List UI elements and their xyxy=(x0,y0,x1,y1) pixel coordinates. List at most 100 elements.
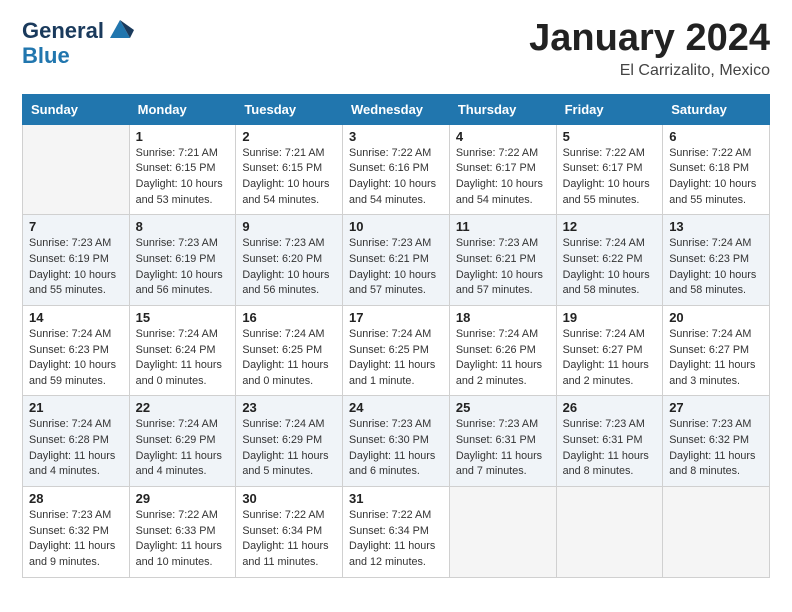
table-row: 20Sunrise: 7:24 AMSunset: 6:27 PMDayligh… xyxy=(663,305,770,396)
day-number: 10 xyxy=(349,219,443,234)
day-number: 22 xyxy=(136,400,230,415)
table-row: 5 Sunrise: 7:22 AMSunset: 6:17 PMDaylight… xyxy=(556,124,663,215)
day-number: 14 xyxy=(29,310,123,325)
table-row xyxy=(23,124,130,215)
day-detail: Sunrise: 7:23 AMSunset: 6:21 PMDaylight:… xyxy=(456,236,550,299)
day-detail: Sunrise: 7:21 AMSunset: 6:15 PMDaylight:… xyxy=(242,146,336,209)
month-title: January 2024 xyxy=(529,18,770,60)
header-monday: Monday xyxy=(129,94,236,124)
header-tuesday: Tuesday xyxy=(236,94,343,124)
table-row: 8 Sunrise: 7:23 AMSunset: 6:19 PMDaylight… xyxy=(129,215,236,306)
table-row: 23Sunrise: 7:24 AMSunset: 6:29 PMDayligh… xyxy=(236,396,343,487)
table-row: 31Sunrise: 7:22 AMSunset: 6:34 PMDayligh… xyxy=(343,487,450,578)
day-detail: Sunrise: 7:23 AMSunset: 6:31 PMDaylight:… xyxy=(563,417,657,480)
day-number: 9 xyxy=(242,219,336,234)
day-number: 30 xyxy=(242,491,336,506)
day-number: 3 xyxy=(349,129,443,144)
day-detail: Sunrise: 7:23 AMSunset: 6:19 PMDaylight:… xyxy=(29,236,123,299)
table-row: 7 Sunrise: 7:23 AMSunset: 6:19 PMDaylight… xyxy=(23,215,130,306)
day-detail: Sunrise: 7:23 AMSunset: 6:31 PMDaylight:… xyxy=(456,417,550,480)
logo-text-general: General xyxy=(22,19,104,43)
day-number: 11 xyxy=(456,219,550,234)
table-row: 30 Sunrise: 7:22 AMSunset: 6:34 PMDayligh… xyxy=(236,487,343,578)
day-number: 18 xyxy=(456,310,550,325)
day-number: 26 xyxy=(563,400,657,415)
day-number: 6 xyxy=(669,129,763,144)
location-title: El Carrizalito, Mexico xyxy=(529,62,770,80)
table-row: 27 Sunrise: 7:23 AMSunset: 6:32 PMDayligh… xyxy=(663,396,770,487)
day-number: 21 xyxy=(29,400,123,415)
table-row: 16Sunrise: 7:24 AMSunset: 6:25 PMDayligh… xyxy=(236,305,343,396)
table-row: 18Sunrise: 7:24 AMSunset: 6:26 PMDayligh… xyxy=(449,305,556,396)
header-saturday: Saturday xyxy=(663,94,770,124)
day-detail: Sunrise: 7:23 AMSunset: 6:30 PMDaylight:… xyxy=(349,417,443,480)
day-number: 5 xyxy=(563,129,657,144)
calendar-week-row: 28 Sunrise: 7:23 AMSunset: 6:32 PMDayligh… xyxy=(23,487,770,578)
table-row: 3 Sunrise: 7:22 AMSunset: 6:16 PMDaylight… xyxy=(343,124,450,215)
day-detail: Sunrise: 7:24 AMSunset: 6:27 PMDaylight:… xyxy=(669,327,763,390)
calendar-week-row: 14 Sunrise: 7:24 AMSunset: 6:23 PMDayligh… xyxy=(23,305,770,396)
table-row: 17Sunrise: 7:24 AMSunset: 6:25 PMDayligh… xyxy=(343,305,450,396)
day-detail: Sunrise: 7:24 AMSunset: 6:25 PMDaylight:… xyxy=(349,327,443,390)
day-detail: Sunrise: 7:22 AMSunset: 6:34 PMDaylight:… xyxy=(349,508,443,571)
table-row: 10Sunrise: 7:23 AMSunset: 6:21 PMDayligh… xyxy=(343,215,450,306)
day-number: 2 xyxy=(242,129,336,144)
day-detail: Sunrise: 7:24 AMSunset: 6:25 PMDaylight:… xyxy=(242,327,336,390)
day-number: 8 xyxy=(136,219,230,234)
day-number: 4 xyxy=(456,129,550,144)
day-number: 7 xyxy=(29,219,123,234)
day-detail: Sunrise: 7:22 AMSunset: 6:18 PMDaylight:… xyxy=(669,146,763,209)
table-row xyxy=(556,487,663,578)
table-row: 14 Sunrise: 7:24 AMSunset: 6:23 PMDayligh… xyxy=(23,305,130,396)
table-row: 1 Sunrise: 7:21 AMSunset: 6:15 PMDaylight… xyxy=(129,124,236,215)
calendar-week-row: 1 Sunrise: 7:21 AMSunset: 6:15 PMDaylight… xyxy=(23,124,770,215)
day-detail: Sunrise: 7:22 AMSunset: 6:34 PMDaylight:… xyxy=(242,508,336,571)
day-detail: Sunrise: 7:21 AMSunset: 6:15 PMDaylight:… xyxy=(136,146,230,209)
table-row: 9 Sunrise: 7:23 AMSunset: 6:20 PMDaylight… xyxy=(236,215,343,306)
table-row: 22 Sunrise: 7:24 AMSunset: 6:29 PMDayligh… xyxy=(129,396,236,487)
table-row: 19Sunrise: 7:24 AMSunset: 6:27 PMDayligh… xyxy=(556,305,663,396)
day-detail: Sunrise: 7:23 AMSunset: 6:32 PMDaylight:… xyxy=(669,417,763,480)
day-number: 13 xyxy=(669,219,763,234)
header-friday: Friday xyxy=(556,94,663,124)
logo-text-blue: Blue xyxy=(22,44,70,68)
day-number: 1 xyxy=(136,129,230,144)
day-number: 24 xyxy=(349,400,443,415)
day-detail: Sunrise: 7:23 AMSunset: 6:20 PMDaylight:… xyxy=(242,236,336,299)
day-detail: Sunrise: 7:22 AMSunset: 6:33 PMDaylight:… xyxy=(136,508,230,571)
table-row: 28 Sunrise: 7:23 AMSunset: 6:32 PMDayligh… xyxy=(23,487,130,578)
day-detail: Sunrise: 7:24 AMSunset: 6:28 PMDaylight:… xyxy=(29,417,123,480)
page: General Blue January 2024 El Carrizalito… xyxy=(0,0,792,612)
day-number: 15 xyxy=(136,310,230,325)
table-row: 25 Sunrise: 7:23 AMSunset: 6:31 PMDayligh… xyxy=(449,396,556,487)
day-detail: Sunrise: 7:23 AMSunset: 6:32 PMDaylight:… xyxy=(29,508,123,571)
table-row: 2 Sunrise: 7:21 AMSunset: 6:15 PMDaylight… xyxy=(236,124,343,215)
table-row: 15Sunrise: 7:24 AMSunset: 6:24 PMDayligh… xyxy=(129,305,236,396)
day-detail: Sunrise: 7:24 AMSunset: 6:29 PMDaylight:… xyxy=(136,417,230,480)
day-detail: Sunrise: 7:23 AMSunset: 6:19 PMDaylight:… xyxy=(136,236,230,299)
day-number: 12 xyxy=(563,219,657,234)
day-number: 25 xyxy=(456,400,550,415)
table-row: 29Sunrise: 7:22 AMSunset: 6:33 PMDayligh… xyxy=(129,487,236,578)
day-detail: Sunrise: 7:24 AMSunset: 6:22 PMDaylight:… xyxy=(563,236,657,299)
day-detail: Sunrise: 7:24 AMSunset: 6:23 PMDaylight:… xyxy=(669,236,763,299)
day-number: 19 xyxy=(563,310,657,325)
table-row: 4Sunrise: 7:22 AMSunset: 6:17 PMDaylight… xyxy=(449,124,556,215)
header-sunday: Sunday xyxy=(23,94,130,124)
table-row: 12 Sunrise: 7:24 AMSunset: 6:22 PMDayligh… xyxy=(556,215,663,306)
day-number: 27 xyxy=(669,400,763,415)
table-row: 21 Sunrise: 7:24 AMSunset: 6:28 PMDayligh… xyxy=(23,396,130,487)
table-row: 24 Sunrise: 7:23 AMSunset: 6:30 PMDayligh… xyxy=(343,396,450,487)
day-detail: Sunrise: 7:22 AMSunset: 6:16 PMDaylight:… xyxy=(349,146,443,209)
day-detail: Sunrise: 7:24 AMSunset: 6:23 PMDaylight:… xyxy=(29,327,123,390)
day-detail: Sunrise: 7:24 AMSunset: 6:29 PMDaylight:… xyxy=(242,417,336,480)
title-block: January 2024 El Carrizalito, Mexico xyxy=(529,18,770,80)
table-row: 11 Sunrise: 7:23 AMSunset: 6:21 PMDayligh… xyxy=(449,215,556,306)
header-wednesday: Wednesday xyxy=(343,94,450,124)
calendar-week-row: 21 Sunrise: 7:24 AMSunset: 6:28 PMDayligh… xyxy=(23,396,770,487)
logo: General Blue xyxy=(22,18,134,68)
day-number: 28 xyxy=(29,491,123,506)
table-row: 26 Sunrise: 7:23 AMSunset: 6:31 PMDayligh… xyxy=(556,396,663,487)
day-detail: Sunrise: 7:22 AMSunset: 6:17 PMDaylight:… xyxy=(563,146,657,209)
calendar-table: Sunday Monday Tuesday Wednesday Thursday… xyxy=(22,94,770,578)
